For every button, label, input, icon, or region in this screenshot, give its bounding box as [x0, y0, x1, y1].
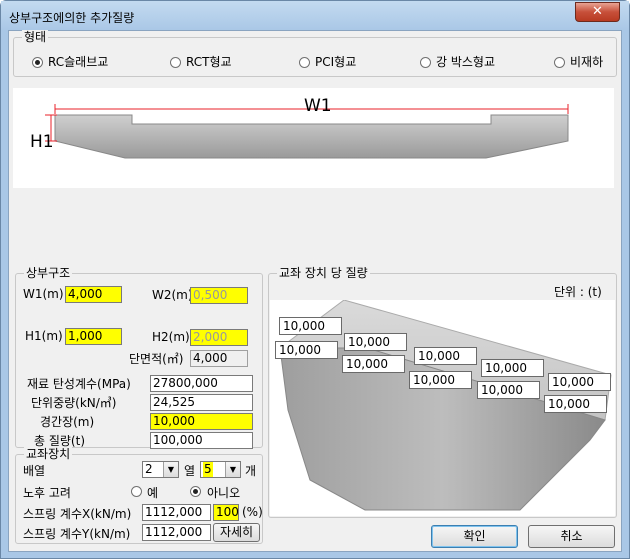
cross-section-diagram: W1 H1 [13, 88, 614, 188]
shape-option-label: 비재하 [570, 55, 604, 69]
dialog-client: 형태 RC슬래브교 RCT형교 PCI형교 강 박스형교 비재하 W1 H1 상… [8, 30, 622, 552]
title-bar[interactable]: 상부구조에의한 추가질량 ✕ [1, 1, 629, 31]
ok-button[interactable]: 확인 [431, 525, 518, 548]
unit-weight-input[interactable]: 24,525 [150, 394, 253, 411]
rows-select[interactable]: 2 ▼ [142, 461, 179, 478]
w1-label: W1 [304, 96, 332, 116]
bearing-mass-box[interactable]: 10,000 [477, 381, 540, 399]
chevron-down-icon[interactable]: ▼ [225, 462, 240, 477]
rows-value: 2 [145, 462, 153, 476]
bearing-group: 교좌장치 배열 2 ▼ 열 5 ▼ 개 노후 고려 예 아니오 스프링 계수X(kN… [15, 447, 263, 544]
h2-field-label: H2(m) [152, 330, 190, 344]
close-icon: ✕ [592, 4, 603, 19]
shape-option-label: PCI형교 [315, 55, 357, 69]
dialog-window: 상부구조에의한 추가질량 ✕ 형태 RC슬래브교 RCT형교 PCI형교 강 박… [0, 0, 630, 559]
h1-input[interactable]: 1,000 [65, 328, 122, 345]
bearing-mass-box[interactable]: 10,000 [344, 333, 407, 351]
w2-field-label: W2(m) [152, 288, 193, 302]
rows-unit: 열 [184, 464, 196, 478]
spring-y-label: 스프링 계수Y(kN/m) [23, 527, 131, 541]
bearing-mass-box[interactable]: 10,000 [414, 347, 477, 365]
aging-yes-label: 예 [147, 486, 159, 500]
radio-rct[interactable] [170, 57, 181, 68]
close-button[interactable]: ✕ [575, 2, 620, 22]
area-label: 단면적(㎡) [129, 352, 184, 366]
shape-option-label: 강 박스형교 [436, 55, 496, 69]
h2-input[interactable]: 2,000 [190, 329, 248, 346]
bearing-mass-label: 교좌 장치 당 질량 [277, 266, 370, 280]
radio-pci[interactable] [299, 57, 310, 68]
spring-x-input[interactable]: 1112,000 [142, 504, 211, 521]
percent-unit: (%) [242, 505, 263, 519]
elastic-input[interactable]: 27800,000 [150, 375, 253, 392]
count-select[interactable]: 5 ▼ [200, 461, 241, 478]
span-label: 경간장(m) [40, 415, 95, 429]
detail-button[interactable]: 자세히 [213, 523, 260, 542]
bearing-mass-box[interactable]: 10,000 [544, 395, 607, 413]
bearing-mass-box[interactable]: 10,000 [548, 373, 611, 391]
radio-none[interactable] [554, 57, 565, 68]
aging-no-radio[interactable] [190, 486, 201, 497]
aging-yes-radio[interactable] [131, 486, 142, 497]
elastic-label: 재료 탄성계수(MPa) [27, 377, 131, 391]
slab-shape [54, 114, 569, 159]
bearing-mass-box[interactable]: 10,000 [279, 317, 342, 335]
spring-y-input[interactable]: 1112,000 [142, 524, 211, 541]
total-mass-input[interactable]: 100,000 [150, 432, 253, 449]
bearing-mass-box[interactable]: 10,000 [481, 359, 544, 377]
shape-option-label: RCT형교 [186, 55, 232, 69]
count-unit: 개 [245, 464, 257, 478]
h1-label: H1 [30, 132, 54, 152]
aging-label: 노후 고려 [23, 486, 71, 500]
bearing-mass-box[interactable]: 10,000 [342, 355, 405, 373]
unit-label: 단위 : (t) [554, 285, 602, 299]
window-title: 상부구조에의한 추가질량 [9, 11, 135, 25]
w1-input[interactable]: 4,000 [65, 286, 122, 303]
superstructure-group: 상부구조 W1(m) 4,000 W2(m) 0,500 H1(m) 1,000… [15, 266, 263, 449]
radio-rc-slab[interactable] [32, 57, 43, 68]
cancel-button[interactable]: 취소 [528, 525, 615, 548]
shape-group: 형태 RC슬래브교 RCT형교 PCI형교 강 박스형교 비재하 [13, 30, 617, 77]
shape-option-label: RC슬래브교 [48, 55, 109, 69]
span-input[interactable]: 10,000 [150, 413, 253, 430]
radio-steel-box[interactable] [420, 57, 431, 68]
w2-input[interactable]: 0,500 [190, 287, 248, 304]
area-value: 4,000 [190, 350, 248, 367]
chevron-down-icon[interactable]: ▼ [163, 462, 178, 477]
shape-group-label: 형태 [22, 30, 49, 44]
spring-x-label: 스프링 계수X(kN/m) [23, 507, 132, 521]
count-value: 5 [203, 462, 213, 477]
aging-no-label: 아니오 [207, 486, 241, 500]
w1-field-label: W1(m) [23, 287, 64, 301]
superstructure-label: 상부구조 [24, 266, 73, 280]
layout-label: 배열 [23, 464, 46, 478]
bearing-mass-box[interactable]: 10,000 [409, 371, 472, 389]
bearing-label: 교좌장치 [24, 447, 73, 461]
bearing-mass-box[interactable]: 10,000 [275, 341, 338, 359]
h1-field-label: H1(m) [25, 329, 63, 343]
unit-weight-label: 단위중량(kN/㎥) [31, 396, 117, 410]
percent-input[interactable]: 100 [213, 504, 239, 521]
